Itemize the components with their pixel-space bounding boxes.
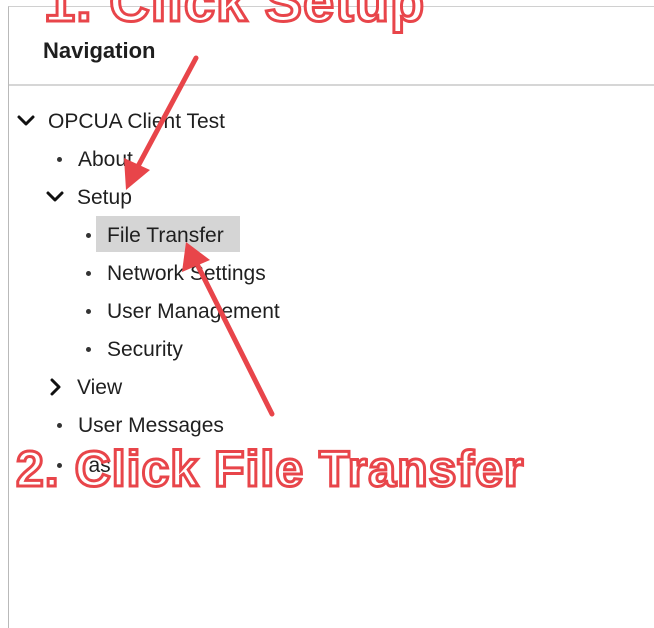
tree-item-opcua-client-test[interactable]: OPCUA Client Test <box>16 106 225 136</box>
tree-item-file-transfer[interactable]: File Transfer <box>86 220 224 250</box>
chevron-down-icon[interactable] <box>16 111 36 131</box>
chevron-down-icon[interactable] <box>45 187 65 207</box>
tree-item-user-management[interactable]: User Management <box>86 296 280 326</box>
navigation-title: Navigation <box>43 38 156 63</box>
chevron-right-icon[interactable] <box>45 377 65 397</box>
tree-item-label: Security <box>107 337 183 361</box>
tree-item-label: Network Settings <box>107 261 266 285</box>
bullet-icon <box>86 346 91 352</box>
tree-item-network-settings[interactable]: Network Settings <box>86 258 266 288</box>
tree-item-label: About <box>78 147 133 171</box>
tree-item-label: View <box>77 375 123 399</box>
tree-item-label: User Messages <box>78 413 224 437</box>
annotation-step-2: 2. Click File Transfer <box>14 441 525 497</box>
tree-item-view[interactable]: View <box>45 372 122 402</box>
screenshot-stage: Navigation OPCUA Client Test About Setup… <box>0 0 654 628</box>
bullet-icon <box>57 422 62 428</box>
tree-item-setup[interactable]: Setup <box>45 182 132 212</box>
tree-item-about[interactable]: About <box>57 144 133 174</box>
tree-item-security[interactable]: Security <box>86 334 183 364</box>
bullet-icon <box>86 232 91 238</box>
tree-item-label: Setup <box>77 185 132 209</box>
bullet-icon <box>57 156 62 162</box>
bullet-icon <box>86 308 91 314</box>
bullet-icon <box>86 270 91 276</box>
tree-item-label: User Management <box>107 299 280 323</box>
annotation-step-1: 1. Click Setup <box>42 0 426 33</box>
tree-item-label: File Transfer <box>107 223 224 247</box>
tree-item-user-messages[interactable]: User Messages <box>57 410 224 440</box>
tree-item-label: OPCUA Client Test <box>48 109 226 133</box>
